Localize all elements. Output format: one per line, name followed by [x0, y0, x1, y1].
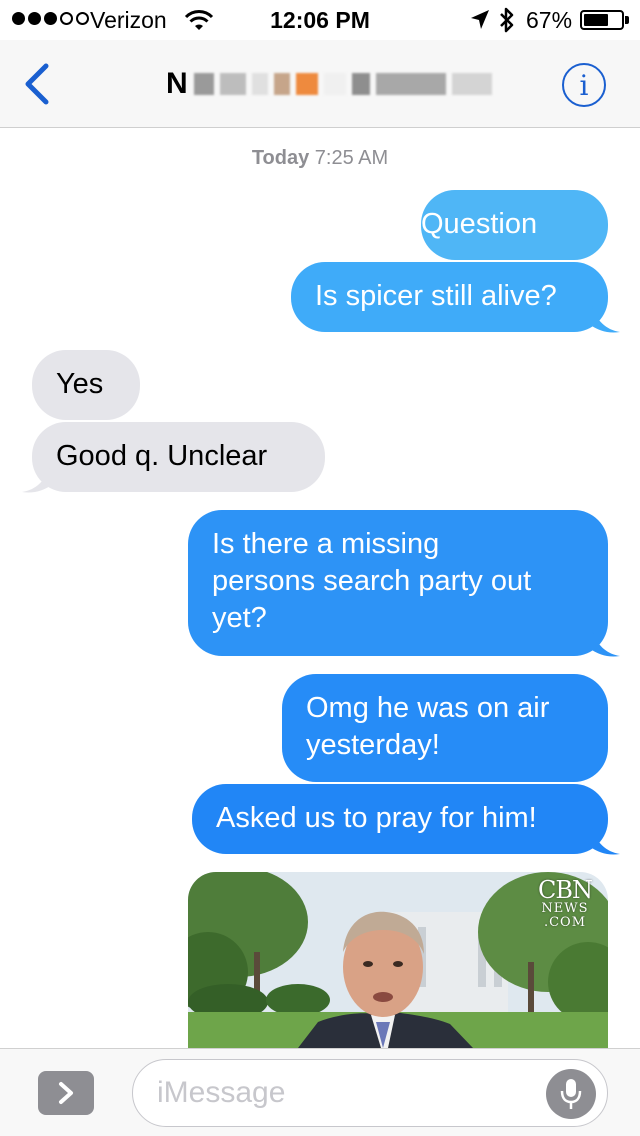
logo-domain-text: .COM [543, 915, 587, 930]
battery-icon [580, 10, 624, 30]
redaction-block [194, 73, 214, 95]
outgoing-message-bubble[interactable]: Asked us to pray for him! [192, 784, 608, 854]
bubble-tail [592, 828, 620, 855]
bluetooth-icon [500, 7, 514, 33]
outgoing-message-bubble[interactable]: Question [421, 190, 608, 260]
redaction-block [352, 73, 370, 95]
contact-initial: N [166, 67, 188, 100]
microphone-icon [560, 1079, 582, 1109]
logo-sub-text: NEWS [541, 901, 589, 916]
apps-chevron-icon [59, 1082, 73, 1104]
incoming-message-bubble[interactable]: Yes [32, 350, 140, 420]
redaction-block [274, 73, 290, 95]
contact-name-button[interactable]: N [166, 62, 492, 106]
location-arrow-icon [471, 10, 489, 29]
timestamp-date: Today [251, 147, 310, 169]
dictation-button[interactable] [546, 1069, 596, 1119]
redacted-contact-name [194, 64, 492, 104]
outgoing-message-bubble[interactable]: Is there a missing persons search party … [188, 510, 608, 656]
timestamp-time: 7:25 AM [314, 147, 389, 169]
battery-level-fill [584, 14, 609, 26]
bubble-tail [22, 466, 50, 493]
outgoing-message-bubble[interactable]: Omg he was on air yesterday! [282, 674, 608, 782]
redaction-block [252, 73, 268, 95]
bubble-tail [592, 306, 620, 333]
logo-main-text: CBN [538, 876, 593, 904]
outgoing-message-bubble[interactable]: Is spicer still alive? [291, 262, 608, 332]
conversation-timestamp: Today 7:25 AM [0, 147, 640, 170]
imessage-input[interactable] [132, 1059, 608, 1127]
redaction-block [220, 73, 246, 95]
status-bar: Verizon 12:06 PM 67% [0, 0, 640, 40]
redaction-block [296, 73, 318, 95]
battery-tip [625, 16, 629, 24]
messages-screen: Verizon 12:06 PM 67% N i Today 7:25 AM Q… [0, 0, 640, 1136]
cbn-news-logo: CBN NEWS .COM [538, 876, 593, 930]
message-input-bar [0, 1048, 640, 1136]
navigation-bar: N i [0, 40, 640, 128]
redaction-block [324, 73, 346, 95]
info-icon[interactable]: i [562, 63, 606, 107]
video-attachment[interactable]: CBN NEWS .COM [188, 872, 608, 1048]
battery-percent: 67% [526, 7, 573, 33]
bubble-tail [592, 630, 620, 657]
apps-drawer-button[interactable] [38, 1071, 94, 1115]
redaction-block [376, 73, 446, 95]
incoming-message-bubble[interactable]: Good q. Unclear [32, 422, 325, 492]
redaction-block [452, 73, 492, 95]
back-chevron-icon[interactable] [18, 60, 58, 108]
